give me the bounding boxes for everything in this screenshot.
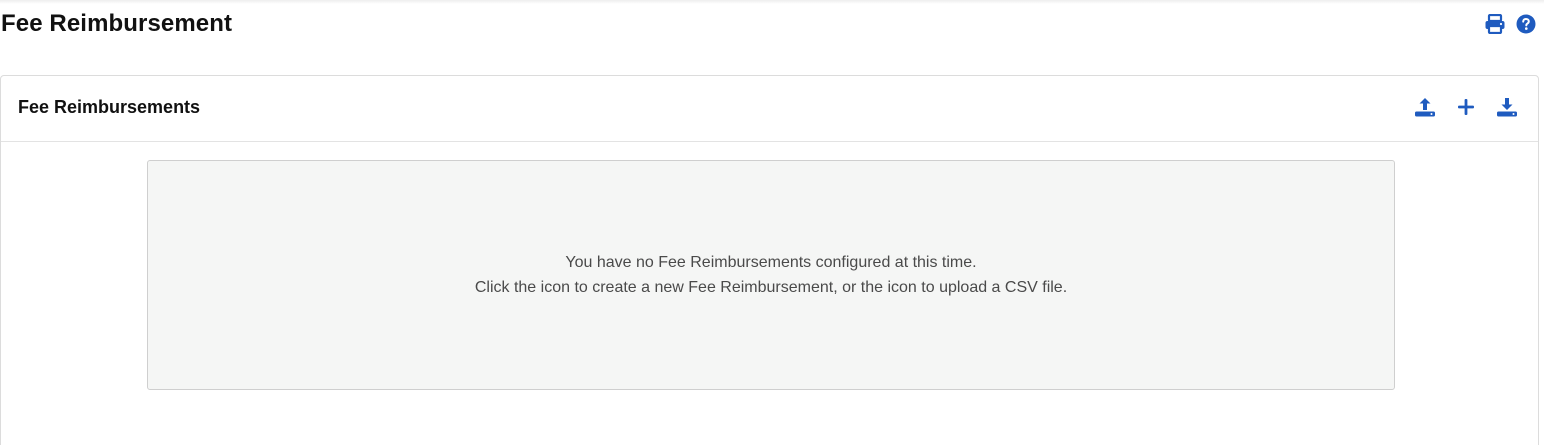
page-title: Fee Reimbursement [1,10,233,37]
fee-reimbursement-page: Fee Reimbursement Fee Reimbursements You… [0,0,1544,445]
top-shadow-divider [0,0,1544,4]
empty-state-instructions: Click the icon to create a new Fee Reimb… [474,279,1068,296]
download-icon[interactable] [1496,96,1518,118]
card-header: Fee Reimbursements [1,76,1538,142]
empty-state-panel: You have no Fee Reimbursements configure… [147,160,1395,390]
header-actions [1484,14,1536,34]
print-icon[interactable] [1484,14,1506,34]
fee-reimbursements-card: Fee Reimbursements You have no Fee Reimb… [0,75,1539,445]
plus-icon-glyph [1458,99,1474,115]
upload-icon-glyph [1415,98,1435,117]
plus-icon[interactable] [1456,97,1476,117]
upload-icon[interactable] [1414,96,1436,118]
card-actions [1414,96,1518,118]
empty-state-message: You have no Fee Reimbursements configure… [565,254,977,271]
print-icon-glyph [1485,14,1505,34]
help-icon[interactable] [1516,14,1536,34]
download-icon-glyph [1497,98,1517,117]
help-icon-glyph [1516,14,1536,34]
card-title: Fee Reimbursements [18,97,201,117]
